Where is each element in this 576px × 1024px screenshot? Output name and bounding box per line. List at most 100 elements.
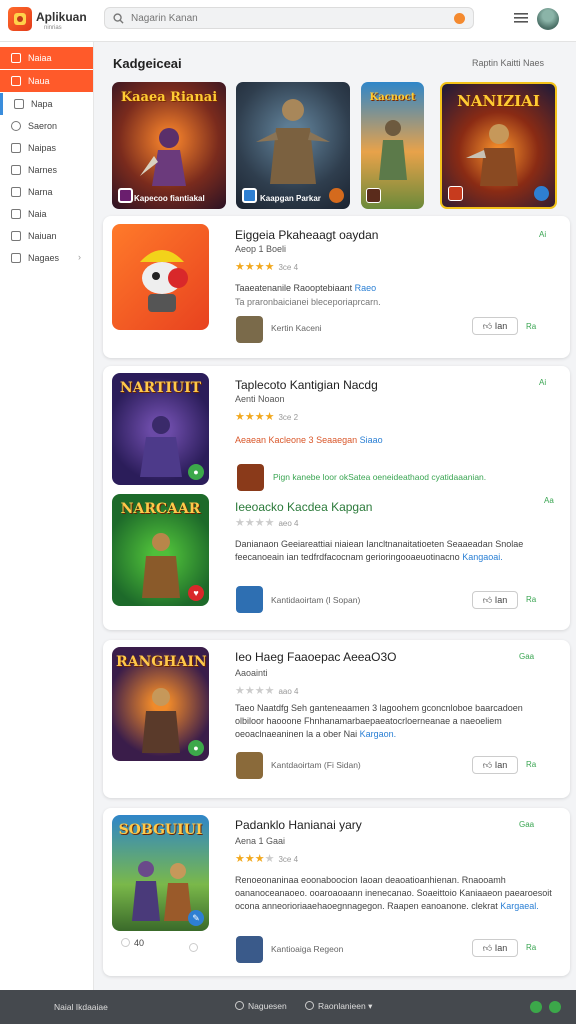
game-title: Eiggeia Pkaheaagt oaydan — [235, 228, 379, 242]
sidebar-item-6[interactable]: Narna — [0, 181, 93, 203]
thumb-title: NARCAAR — [120, 501, 201, 517]
featured-card-3[interactable]: NANIZIAI — [440, 82, 557, 209]
document-icon — [11, 187, 21, 197]
stat-counter: 40 — [121, 938, 144, 948]
clock-icon — [11, 121, 21, 131]
app-icon — [366, 188, 381, 203]
app-logo[interactable] — [8, 7, 32, 31]
search-badge-icon[interactable] — [454, 13, 465, 24]
game-title: Ieo Haeg Faaoepac AeeaO3O — [235, 650, 397, 664]
featured-title: NANIZIAI — [457, 92, 540, 110]
bottom-left-label: Naial Ikdaaiae — [54, 1002, 108, 1012]
circle-icon — [235, 1001, 244, 1010]
avatar[interactable] — [537, 8, 559, 30]
game-thumb[interactable]: SOBGUIUI ✎ — [112, 815, 209, 931]
game-thumb[interactable]: NARTIUIT ● — [112, 373, 209, 485]
status-icon[interactable] — [549, 1001, 561, 1013]
sidebar-item-0[interactable]: Naiaa — [0, 47, 93, 69]
game-card-1[interactable]: NARTIUIT ● Taplecoto Kantigian Nacdg Ai … — [103, 366, 570, 630]
game-card-3[interactable]: SOBGUIUI ✎ 40 Padanklo Hanianai yary Gaa… — [103, 808, 570, 976]
edit-badge-icon: ✎ — [188, 910, 204, 926]
sidebar-item-4[interactable]: Naipas — [0, 137, 93, 159]
sidebar-item-9[interactable]: Nagaes › — [0, 247, 93, 269]
sidebar-item-3[interactable]: Saeron — [0, 115, 93, 137]
featured-card-1[interactable]: Kaapgan Parkar — [236, 82, 350, 209]
home-icon — [11, 76, 21, 86]
game-thumb[interactable]: RANGHAIN ● — [112, 647, 209, 761]
chat-icon — [11, 143, 21, 153]
game-description: Taaeatenanile Raooptebiaant Raeo — [235, 283, 377, 293]
developer-thumb — [236, 316, 263, 343]
sidebar-item-label: Narna — [28, 187, 53, 197]
badge-icon — [534, 186, 549, 201]
game-card-0[interactable]: Eiggeia Pkaheaagt oaydan Ai Aeop 1 Boeli… — [103, 216, 570, 358]
price: Ra — [526, 760, 537, 769]
featured-card-0[interactable]: Kaaea Rianai Kapecoo fiantiakal — [112, 82, 226, 209]
sidebar-item-1[interactable]: Naua — [0, 70, 93, 92]
featured-label: Kapecoo fiantiakal — [134, 194, 205, 203]
like-button[interactable]: 👍︎ Ian — [472, 317, 518, 335]
app-name: Aplikuan — [36, 10, 87, 24]
sidebar-item-5[interactable]: Narnes — [0, 159, 93, 181]
featured-card-2[interactable]: Kacnoct — [361, 82, 424, 209]
grid-icon — [14, 99, 24, 109]
fire-icon — [329, 188, 344, 203]
tag-icon — [11, 165, 21, 175]
game-description: Danianaon Geeiareattiai niaiean Iancltna… — [235, 539, 524, 562]
sidebar-item-label: Napa — [31, 99, 53, 109]
thumbs-up-icon: 👍︎ — [482, 321, 493, 331]
sidebar-item-label: Naua — [28, 76, 50, 86]
bottom-nav-item-1[interactable]: Naguesen — [235, 1001, 287, 1011]
developer-note: Pign kanebe loor okSatea oeneideathaod c… — [273, 472, 487, 482]
game-subtitle: Aena 1 Gaai — [235, 836, 286, 846]
developer-thumb — [237, 464, 264, 491]
section-see-all-link[interactable]: Raptin Kaitti Naes — [472, 58, 544, 68]
menu-icon[interactable] — [514, 12, 528, 24]
top-price: Ai — [539, 378, 547, 387]
developer-name: Kantioaiga Regeon — [271, 944, 344, 954]
game-card-2[interactable]: RANGHAIN ● Ieo Haeg Faaoepac AeeaO3O Gaa… — [103, 640, 570, 798]
sidebar-item-7[interactable]: Naia — [0, 203, 93, 225]
ring-icon — [121, 938, 130, 947]
soldier-art-icon — [142, 533, 180, 598]
featured-title: Kaaea Rianai — [120, 90, 218, 105]
more-icon[interactable] — [189, 938, 202, 956]
game-subtitle: Aeop 1 Boeli — [235, 244, 287, 254]
thumbs-up-icon: 👍︎ — [482, 760, 493, 770]
top-price: Aa — [544, 496, 554, 505]
sidebar: Naiaa Naua Napa Saeron Naipas Narnes Nar… — [0, 42, 94, 990]
sidebar-item-8[interactable]: Naiuan — [0, 225, 93, 247]
game-thumb[interactable] — [112, 224, 209, 330]
top-price: Gaa — [519, 820, 535, 829]
thumb-title: SOBGUIUI — [118, 822, 203, 838]
sidebar-item-label: Narnes — [28, 165, 58, 175]
featured-title: Kacnoct — [369, 92, 416, 103]
cartoon-character-icon — [140, 250, 188, 312]
price: Ra — [526, 322, 537, 331]
game-thumb[interactable]: NARCAAR ♥ — [112, 494, 209, 606]
top-price: Gaa — [519, 652, 535, 661]
game-title: Ieeoacko Kacdea Kapgan — [235, 500, 373, 514]
like-button[interactable]: 👍︎ Ian — [472, 756, 518, 774]
developer-name: Kertin Kaceni — [271, 323, 322, 333]
search-input[interactable] — [131, 11, 431, 26]
developer-thumb — [236, 936, 263, 963]
section-title: Kadgeiceai — [113, 56, 182, 71]
bottom-nav-item-2[interactable]: Raonlanieen ▾ — [305, 1001, 372, 1012]
price: Ra — [526, 943, 537, 952]
game-title: Padanklo Hanianai yary — [235, 818, 362, 832]
heroes-art-icon — [132, 861, 192, 921]
rating-stars: ★★★★ 3ce 2 — [235, 411, 299, 423]
top-price: Ai — [539, 230, 547, 239]
like-button[interactable]: 👍︎ Ian — [472, 591, 518, 609]
search-bar[interactable] — [104, 7, 474, 29]
image-icon — [11, 209, 21, 219]
sidebar-item-2[interactable]: Napa — [0, 93, 93, 115]
like-button[interactable]: 👍︎ Ian — [472, 939, 518, 957]
hero-art-icon — [379, 120, 407, 180]
thumb-title: NARTIUIT — [119, 380, 202, 396]
developer-thumb — [236, 586, 263, 613]
ninja-art-icon — [140, 416, 182, 477]
sidebar-item-label: Naia — [28, 209, 47, 219]
status-icon[interactable] — [530, 1001, 542, 1013]
